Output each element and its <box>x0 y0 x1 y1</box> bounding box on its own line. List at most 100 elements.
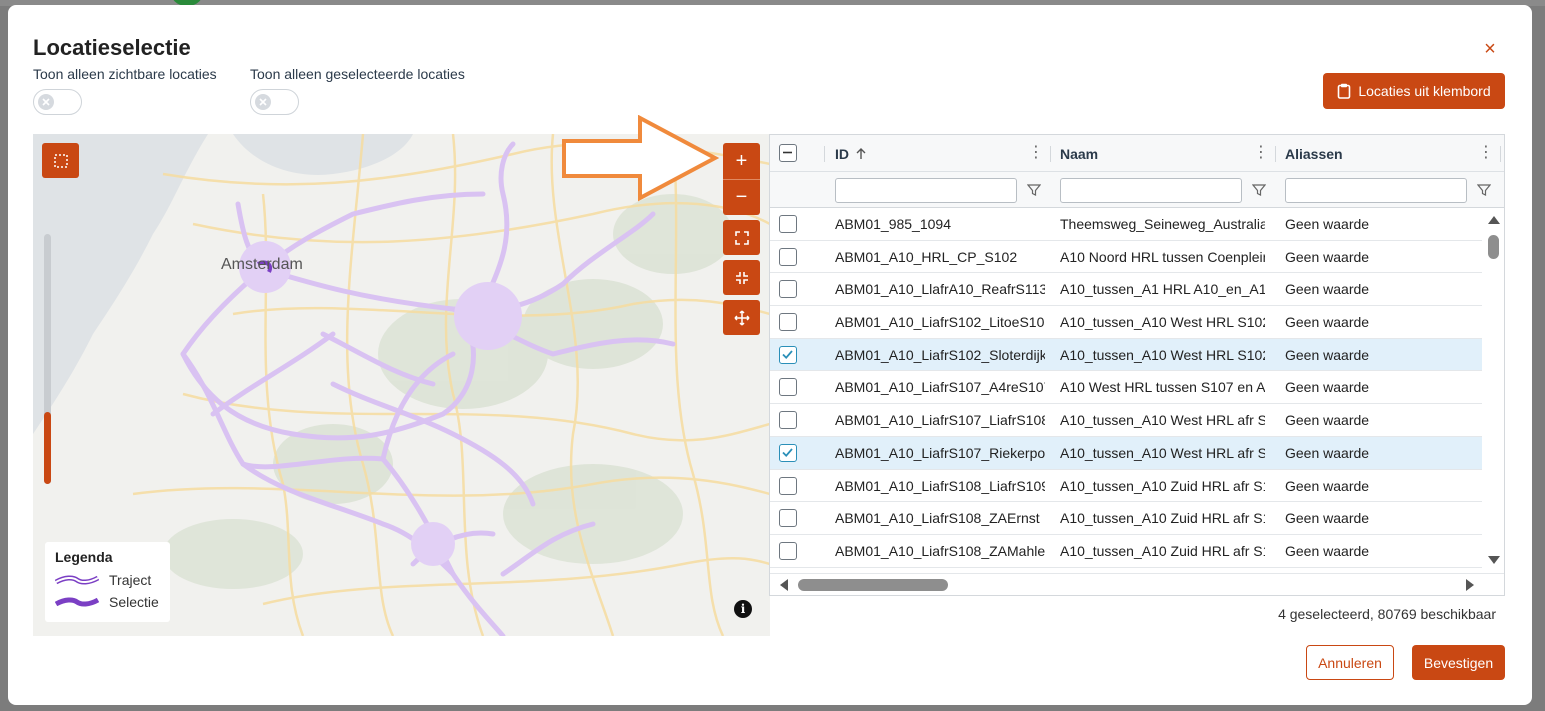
toggle-visible-switch[interactable] <box>33 89 82 115</box>
zoom-in-button[interactable]: + <box>723 143 760 179</box>
box-select-button[interactable] <box>42 143 79 178</box>
cell-aliassen: Geen waarde <box>1285 379 1370 396</box>
horizontal-scroll-thumb[interactable] <box>798 579 948 591</box>
column-menu-id-icon[interactable]: ⋮ <box>1028 145 1044 161</box>
cell-naam: A10_tussen_A10 West HRL afr S1... <box>1060 444 1265 461</box>
filter-input-aliassen[interactable] <box>1285 178 1467 203</box>
row-checkbox[interactable] <box>779 541 797 560</box>
confirm-button[interactable]: Bevestigen <box>1412 645 1505 680</box>
close-icon[interactable]: × <box>1480 39 1500 59</box>
column-header-naam[interactable]: Naam <box>1060 135 1098 172</box>
vertical-scroll-thumb[interactable] <box>1488 235 1499 259</box>
column-menu-naam-icon[interactable]: ⋮ <box>1253 145 1269 161</box>
column-header-id-label: ID <box>835 145 849 162</box>
route-outline-icon <box>55 575 99 585</box>
cell-aliassen: Geen waarde <box>1285 314 1370 331</box>
cell-id: ABM01_A10_LiafrS107_A4reS107 <box>835 379 1045 396</box>
cell-naam: A10 Noord HRL tussen Coenplein... <box>1060 248 1265 265</box>
scroll-right-icon[interactable] <box>1466 579 1474 591</box>
row-checkbox[interactable] <box>779 378 797 397</box>
scroll-down-icon[interactable] <box>1488 556 1500 564</box>
zoom-controls: + − <box>723 143 760 215</box>
column-separator <box>1500 146 1501 162</box>
horizontal-scrollbar[interactable] <box>770 573 1504 595</box>
cell-id: ABM01_A10_LiafrS107_Riekerpol... <box>835 444 1045 461</box>
row-checkbox[interactable] <box>779 443 797 462</box>
clipboard-button-label: Locaties uit klembord <box>1358 83 1491 99</box>
cell-aliassen: Geen waarde <box>1285 216 1370 232</box>
grid-filter-row <box>770 172 1504 208</box>
legend-title: Legenda <box>55 549 113 565</box>
pan-button[interactable] <box>723 300 760 335</box>
filter-id-icon[interactable] <box>1027 183 1041 197</box>
toggle-selected-label: Toon alleen geselecteerde locaties <box>250 66 465 82</box>
scroll-up-icon[interactable] <box>1488 216 1500 224</box>
cell-naam: A10_tussen_A10 Zuid HRL afr S1... <box>1060 510 1265 527</box>
row-checkbox[interactable] <box>779 476 797 495</box>
collapse-button[interactable] <box>723 260 760 295</box>
row-checkbox[interactable] <box>779 215 797 233</box>
zoom-out-button[interactable]: − <box>723 179 760 215</box>
cancel-button[interactable]: Annuleren <box>1306 645 1394 680</box>
cell-aliassen: Geen waarde <box>1285 346 1370 363</box>
route-selected-icon <box>55 597 99 607</box>
table-row[interactable]: ABM01_985_1094 Theemsweg_Seineweg_Austral… <box>770 208 1482 241</box>
filter-input-naam[interactable] <box>1060 178 1242 203</box>
table-row[interactable]: ABM01_A10_LiafrS108_LiafrS109 A10_tussen_… <box>770 470 1482 503</box>
collapse-icon <box>735 271 748 284</box>
vertical-scrollbar[interactable] <box>1482 208 1504 568</box>
table-row[interactable]: ABM01_A10_LiafrS102_Sloterdijk A10_tussen… <box>770 338 1482 372</box>
column-header-id[interactable]: ID <box>835 135 866 172</box>
cell-naam: A10_tussen_A10 Zuid HRL afr S1... <box>1060 542 1265 559</box>
row-checkbox[interactable] <box>779 313 797 332</box>
table-row[interactable]: ABM01_A10_LiafrS107_Riekerpol... A10_tuss… <box>770 436 1482 470</box>
cell-aliassen: Geen waarde <box>1285 281 1370 298</box>
cell-naam: A10 West HRL tussen S107 en A4... <box>1060 379 1265 396</box>
expand-icon <box>734 230 749 245</box>
cell-id: ABM01_A10_LiafrS107_LiafrS108 <box>835 412 1045 429</box>
cell-naam: A10_tussen_A10 West HRL S102_... <box>1060 314 1265 331</box>
column-separator <box>1275 146 1276 162</box>
select-all-checkbox[interactable] <box>779 144 797 162</box>
row-checkbox[interactable] <box>779 411 797 430</box>
table-row[interactable]: ABM01_A10_LiafrS102_LitoeS103 A10_tussen_… <box>770 306 1482 339</box>
column-header-aliassen-label: Aliassen <box>1285 145 1343 162</box>
filter-aliassen-icon[interactable] <box>1477 183 1491 197</box>
location-selection-dialog: Locatieselectie × Toon alleen zichtbare … <box>8 5 1532 705</box>
table-row[interactable]: ABM01_A10_LiafrS108_ZAErnst A10_tussen_A1… <box>770 502 1482 535</box>
column-separator <box>824 146 825 162</box>
table-row[interactable]: ABM01_A10_LlafrA10_ReafrS113 A10_tussen_A… <box>770 273 1482 307</box>
filter-input-id[interactable] <box>835 178 1017 203</box>
column-header-aliassen[interactable]: Aliassen <box>1285 135 1343 172</box>
row-checkbox[interactable] <box>779 345 797 364</box>
indeterminate-icon <box>783 151 792 154</box>
toggle-visible-group: Toon alleen zichtbare locaties <box>33 66 217 115</box>
table-row[interactable]: ABM01_A10_LiafrS107_LiafrS108 A10_tussen_… <box>770 404 1482 437</box>
table-row[interactable]: ABM01_A10_LiafrS108_ZAMahler A10_tussen_A… <box>770 535 1482 568</box>
row-checkbox[interactable] <box>779 247 797 266</box>
zoom-slider[interactable] <box>44 234 51 484</box>
grid-rows: ABM01_985_1094 Theemsweg_Seineweg_Austral… <box>770 208 1482 568</box>
column-menu-aliassen-icon[interactable]: ⋮ <box>1478 145 1494 161</box>
table-row[interactable]: ABM01_A10_HRL_CP_S102 A10 Noord HRL tusse… <box>770 241 1482 274</box>
clipboard-locations-button[interactable]: Locaties uit klembord <box>1323 73 1505 109</box>
locations-grid: ID ⋮ Naam ⋮ Aliassen ⋮ ABM01_985_1094 Th… <box>769 134 1505 596</box>
selection-status: 4 geselecteerd, 80769 beschikbaar <box>1278 606 1496 622</box>
fullscreen-button[interactable] <box>723 220 760 255</box>
row-checkbox[interactable] <box>779 509 797 528</box>
filter-naam-icon[interactable] <box>1252 183 1266 197</box>
cell-aliassen: Geen waarde <box>1285 412 1370 429</box>
cell-aliassen: Geen waarde <box>1285 477 1370 494</box>
toggle-selected-switch[interactable] <box>250 89 299 115</box>
checkmark-icon <box>782 448 793 457</box>
clipboard-icon <box>1338 83 1351 99</box>
toggle-off-icon <box>38 94 54 110</box>
cell-aliassen: Geen waarde <box>1285 248 1370 265</box>
info-icon[interactable]: i <box>734 600 752 618</box>
row-checkbox[interactable] <box>779 280 797 299</box>
cell-id: ABM01_985_1094 <box>835 216 951 232</box>
table-row[interactable]: ABM01_A10_LiafrS107_A4reS107 A10 West HRL… <box>770 371 1482 405</box>
cell-aliassen: Geen waarde <box>1285 510 1370 527</box>
scroll-left-icon[interactable] <box>780 579 788 591</box>
cell-naam: A10_tussen_A10 West HRL S102_... <box>1060 346 1265 363</box>
